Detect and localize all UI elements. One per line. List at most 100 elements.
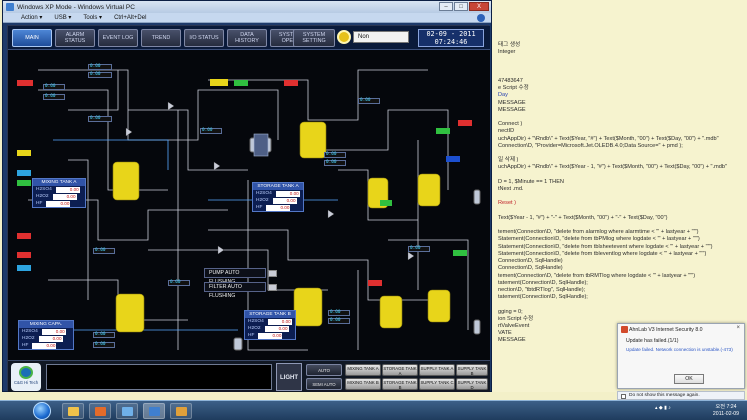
storage-tank-a-panel[interactable]: STORAGE TANK A H2SO4 0.00 H2O2 0.00 HF 0.00 <box>252 182 304 212</box>
nav-io-status[interactable]: I/O STATUS <box>184 29 224 47</box>
code-line: tNext .md. <box>498 186 524 193</box>
minimize-button[interactable]: – <box>439 2 453 11</box>
vm-window: Windows XP Mode - Windows Virtual PC – □… <box>2 0 492 392</box>
stor-a-hf-value: 0.00 <box>266 204 291 211</box>
storage-tank-a-icon <box>299 121 327 159</box>
close-button[interactable]: X <box>469 2 489 11</box>
help-icon[interactable] <box>477 14 485 22</box>
nav-alarm-status[interactable]: ALARM STATUS <box>55 29 95 47</box>
virtual-pc-icon <box>149 407 160 416</box>
flow-tag: 0.00 <box>93 342 115 348</box>
maximize-button[interactable]: □ <box>454 2 468 11</box>
supply-tank-c-icon <box>379 295 403 329</box>
system-tray[interactable]: ▴ ◆ ▮ ♪ <box>655 405 671 411</box>
btn-supply-tank-a[interactable]: SUPPLY TANK A <box>419 364 455 376</box>
stor-b-h2o2-value: 0.00 <box>264 325 289 332</box>
capa-hf-label: HF <box>22 343 29 348</box>
taskbar-virtual-pc[interactable] <box>143 403 165 419</box>
taskbar-clock[interactable]: 오전 7:24 2011-02-09 <box>708 404 744 417</box>
btn-supply-tank-c[interactable]: SUPPLY TANK C <box>419 378 455 390</box>
storage-tank-b-title: STORAGE TANK B <box>245 311 295 318</box>
filter-flush-indicator[interactable] <box>268 284 277 291</box>
mixing-tank-b-icon <box>115 293 145 333</box>
nav-main[interactable]: MAIN <box>12 29 52 47</box>
mixing-capa-panel[interactable]: MIXING CAPA. H2SO4 0.00 H2O2 0.00 HF 0.00 <box>18 320 74 350</box>
storage-tank-b-panel[interactable]: STORAGE TANK B H2SO4 0.00 H2O2 0.00 HF 0.00 <box>244 310 296 340</box>
menu-tools[interactable]: Tools ▾ <box>83 14 102 21</box>
mixing-tank-a-title: MIXING TANK A <box>33 179 85 186</box>
flow-tag: 0.00 <box>43 94 65 100</box>
virtual-pc-icon <box>6 3 14 11</box>
taskbar: ▴ ◆ ▮ ♪ 오전 7:24 2011-02-09 <box>0 400 747 420</box>
light-button[interactable]: LIGHT <box>276 363 302 391</box>
supply-tank-a-icon <box>417 173 441 207</box>
btn-mixing-tank-a[interactable]: MIXING TANK A <box>345 364 381 376</box>
antivirus-popup: AhnLab V3 Internet Security 8.0 × Update… <box>617 323 745 389</box>
code-line: tement(Connection\D, "delete from alarml… <box>498 229 699 236</box>
auto-mode-button[interactable]: AUTO <box>306 364 342 376</box>
code-line: Statement(Connection\D, "delete from tbP… <box>498 236 700 243</box>
stor-b-h2so4-value: 0.00 <box>267 318 292 325</box>
code-line: MESSAGE <box>498 99 526 106</box>
vm-titlebar[interactable]: Windows XP Mode - Windows Virtual PC – □… <box>3 1 491 13</box>
taskbar-app-1[interactable] <box>116 403 138 419</box>
taskbar-app-2[interactable] <box>170 403 192 419</box>
code-line: tatement(Connection\D, SqlHandle); <box>498 294 588 301</box>
mixing-tank-a-icon <box>112 161 140 201</box>
code-line: Connection\D, SqlHandle) <box>498 265 563 272</box>
nav-data-history[interactable]: DATA HISTORY <box>227 29 267 47</box>
flow-tag: 0.00 <box>328 310 350 316</box>
nav-event-log[interactable]: EVENT LOG <box>98 29 138 47</box>
code-line: uchAppDir) + "\Rndb\" + Text($Year, "#")… <box>498 135 719 142</box>
pump-flush-indicator[interactable] <box>268 270 277 277</box>
btn-mixing-tank-b[interactable]: MIXING TANK B <box>345 378 381 390</box>
btn-supply-tank-b[interactable]: SUPPLY TANK B <box>456 364 488 376</box>
btn-storage-tank-a[interactable]: STORAGE TANK A <box>382 364 418 376</box>
taskbar-explorer[interactable] <box>62 403 84 419</box>
pump-auto-flushing-toggle[interactable]: PUMP AUTO FLUSHING <box>204 268 277 285</box>
code-line: nection\D, "tbtdRTlog", SqlHandle); <box>498 286 586 293</box>
flow-tag: 0.00 <box>324 160 346 166</box>
dont-show-again-label: Do not show this message again. <box>629 393 700 398</box>
popup-close-icon[interactable]: × <box>736 325 740 331</box>
dont-show-again-checkbox[interactable]: Do not show this message again. <box>617 391 745 400</box>
code-line: tatement(Connection\D, SqlHandle); <box>498 279 588 286</box>
stor-a-h2so4-value: 0.00 <box>275 190 300 197</box>
code-line: D = 1, $Minute == 1 THEN <box>498 178 564 185</box>
code-line: 일 삭제 ) <box>498 157 519 164</box>
btn-supply-tank-d[interactable]: SUPPLY TANK D <box>456 378 488 390</box>
filter-auto-flushing-toggle[interactable]: FILTER AUTO FLUSHING <box>204 282 277 299</box>
capa-h2o2-value: 0.00 <box>38 335 63 342</box>
supply-tank-d-icon <box>427 289 451 323</box>
status-field: Non <box>353 31 409 43</box>
menu-action[interactable]: Action ▾ <box>21 14 42 21</box>
stor-b-hf-value: 0.00 <box>258 332 283 339</box>
checkbox-box[interactable] <box>621 393 626 399</box>
code-line: gging = 0; <box>498 308 523 315</box>
start-button[interactable] <box>33 402 51 420</box>
folder-icon <box>68 407 79 416</box>
flow-tag: 0.00 <box>324 152 346 158</box>
popup-ok-button[interactable]: OK <box>674 374 704 384</box>
stor-b-h2o2-label: H2O2 <box>248 326 261 331</box>
menu-usb[interactable]: USB ▾ <box>54 14 71 21</box>
stor-a-h2o2-label: H2O2 <box>256 198 269 203</box>
semi-auto-mode-button[interactable]: SEMI AUTO <box>306 378 342 390</box>
btn-storage-tank-b[interactable]: STORAGE TANK B <box>382 378 418 390</box>
code-line: uchAppDir) + "\Rndb\" + Text($Year - 1, … <box>498 164 727 171</box>
code-line: 47483647 <box>498 78 523 85</box>
nav-trend[interactable]: TREND <box>141 29 181 47</box>
nav-system-setting[interactable]: SYSTEM SETTING <box>293 29 335 47</box>
taskbar-media[interactable] <box>89 403 111 419</box>
mixing-tank-a-panel[interactable]: MIXING TANK A H2SO4 0.00 H2O2 0.00 HF 0.00 <box>32 178 86 208</box>
stor-a-h2o2-value: 0.00 <box>272 197 297 204</box>
flow-tag: 0.00 <box>88 72 112 78</box>
app-icon <box>122 407 133 416</box>
code-line: Reset ) <box>498 200 517 207</box>
hmi-nav-bar: MAIN ALARM STATUS EVENT LOG TREND I/O ST… <box>8 26 490 50</box>
hmi-clock: 02-09 - 2011 07:24:46 <box>418 29 484 47</box>
menu-ctrl-alt-del[interactable]: Ctrl+Alt+Del <box>114 15 146 21</box>
mixing-capa-title: MIXING CAPA. <box>19 321 73 328</box>
capa-h2so4-label: H2SO4 <box>22 329 38 334</box>
